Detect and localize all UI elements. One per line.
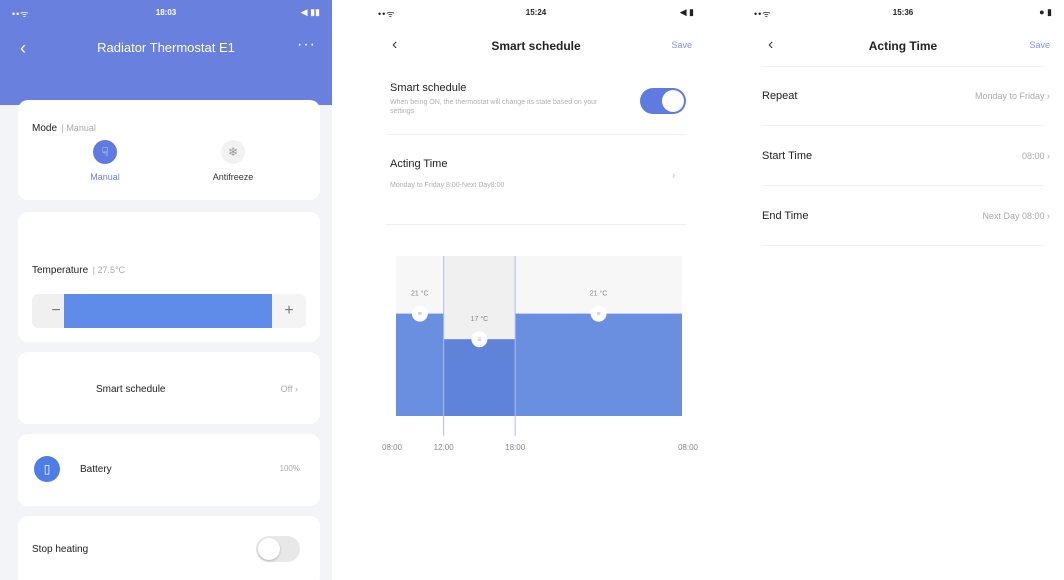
temperature-increase-button[interactable]: + xyxy=(272,294,306,328)
mode-value: Manual xyxy=(66,123,96,133)
status-time: 18:03 xyxy=(155,8,177,17)
thermostat-screen: ••ᯤ 18:03 ◀ ▮▮ ‹ Radiator Thermostat E1 … xyxy=(0,0,332,580)
battery-icon: ▯ xyxy=(34,456,60,482)
stop-heating-label: Stop heating xyxy=(32,544,89,555)
mode-option-antifreeze[interactable]: ❄ Antifreeze xyxy=(198,140,268,182)
smart-schedule-toggle[interactable] xyxy=(640,88,686,114)
chart-bar xyxy=(443,339,516,416)
mode-option-label: Manual xyxy=(90,172,120,182)
handle-grip-icon: ≡ xyxy=(477,337,481,344)
page-title: Acting Time xyxy=(868,39,938,53)
temperature-header: Temperature | 27.5°C xyxy=(32,260,125,278)
chart-bar xyxy=(515,313,682,416)
divider xyxy=(762,185,1044,186)
battery-row: ▯ Battery 100% xyxy=(18,434,320,506)
save-button[interactable]: Save xyxy=(1029,40,1050,50)
smart-schedule-label: Smart schedule xyxy=(390,82,467,94)
smart-schedule-description: When being ON, the thermostat will chang… xyxy=(390,99,598,115)
battery-value: 100% xyxy=(279,464,300,473)
start-time-row[interactable]: Start Time 08:00 › xyxy=(742,150,1064,190)
divider xyxy=(762,66,1044,67)
handle-grip-icon: ≡ xyxy=(597,311,601,318)
status-bar: ••ᯤ 18:03 ◀ ▮▮ xyxy=(0,0,332,20)
chart-tick-label: 08:00 xyxy=(678,443,699,452)
temperature-slider[interactable] xyxy=(64,294,272,328)
handle-grip-icon: ≡ xyxy=(418,311,422,318)
chevron-right-icon: › xyxy=(1047,151,1050,161)
stop-heating-row: Stop heating xyxy=(18,516,320,580)
chevron-right-icon: › xyxy=(295,384,298,394)
start-time-label: Start Time xyxy=(762,150,813,162)
chart-data-label: 21 °C xyxy=(411,290,429,298)
more-options-button[interactable]: ··· xyxy=(297,36,316,54)
end-time-value: Next Day 08:00 › xyxy=(982,211,1050,221)
battery-label: Battery xyxy=(80,464,112,475)
end-time-row[interactable]: End Time Next Day 08:00 › xyxy=(742,210,1064,250)
chart-tick-label: 12:00 xyxy=(434,443,455,452)
status-time: 15:36 xyxy=(892,8,914,17)
acting-time-value: Monday to Friday 8:00-Next Day8:00 xyxy=(390,182,505,189)
thermostat-header: ••ᯤ 18:03 ◀ ▮▮ ‹ Radiator Thermostat E1 … xyxy=(0,0,332,105)
battery-status-icon: ● ▮ xyxy=(1039,7,1052,17)
nav-bar: ‹ Acting Time Save xyxy=(742,36,1064,56)
smart-schedule-label: Smart schedule xyxy=(96,384,166,395)
repeat-row[interactable]: Repeat Monday to Friday › xyxy=(742,90,1064,130)
temperature-label: Temperature xyxy=(32,265,89,276)
temperature-value: 27.5°C xyxy=(97,265,126,275)
battery-status-icon: ◀ ▮ xyxy=(679,7,694,17)
schedule-chart-svg: 21 °C ≡ 17 °C ≡ 21 °C ≡ 08:00 12:00 18:00 08:00 xyxy=(382,256,699,452)
end-time-label: End Time xyxy=(762,210,809,222)
chart-data-label: 21 °C xyxy=(590,290,608,298)
acting-time-label: Acting Time xyxy=(390,158,448,170)
smart-schedule-row[interactable]: Smart schedule Off › xyxy=(18,352,320,424)
chevron-right-icon: › xyxy=(1047,91,1050,101)
chart-data-label: 17 °C xyxy=(471,315,489,323)
page-title: Smart schedule xyxy=(491,39,581,53)
temperature-card: Temperature | 27.5°C − + xyxy=(18,212,320,342)
status-bar: ••ᯤ 15:24 ◀ ▮ xyxy=(366,0,706,20)
page-title: Radiator Thermostat E1 xyxy=(97,40,235,55)
mode-option-label: Antifreeze xyxy=(212,172,254,182)
chevron-right-icon: › xyxy=(1047,211,1050,221)
nav-bar: ‹ Smart schedule Save xyxy=(366,36,706,56)
mode-option-manual[interactable]: ☟ Manual xyxy=(70,140,140,182)
divider xyxy=(762,245,1044,246)
smart-schedule-status: Off › xyxy=(280,384,298,394)
status-time: 15:24 xyxy=(525,8,547,17)
start-time-value: 08:00 › xyxy=(1021,151,1050,161)
toggle-knob xyxy=(662,90,684,112)
schedule-chart: 21 °C ≡ 17 °C ≡ 21 °C ≡ 08:00 12:00 18:00 08:00 xyxy=(366,250,706,470)
chevron-right-icon: › xyxy=(672,170,676,181)
chart-tick-label: 08:00 xyxy=(382,443,403,452)
temperature-slider-fill xyxy=(64,294,272,328)
repeat-label: Repeat xyxy=(762,90,798,102)
divider xyxy=(386,224,686,225)
repeat-value: Monday to Friday › xyxy=(974,91,1050,101)
acting-time-screen: ••ᯤ 15:36 ● ▮ ‹ Acting Time Save Repeat … xyxy=(742,0,1064,580)
mode-card: Mode | Manual ☟ Manual ❄ Antifreeze xyxy=(18,100,320,200)
battery-status-icon: ◀ ▮▮ xyxy=(300,7,320,17)
stop-heating-toggle[interactable] xyxy=(256,536,300,562)
save-button[interactable]: Save xyxy=(671,40,692,50)
hand-icon: ☟ xyxy=(93,140,117,164)
status-bar: ••ᯤ 15:36 ● ▮ xyxy=(742,0,1064,20)
mode-header: Mode | Manual xyxy=(32,118,96,136)
divider xyxy=(762,125,1044,126)
divider xyxy=(386,134,686,135)
chart-bar xyxy=(396,313,444,416)
toggle-knob xyxy=(258,538,280,560)
snowflake-icon: ❄ xyxy=(221,140,245,164)
smart-schedule-screen: ••ᯤ 15:24 ◀ ▮ ‹ Smart schedule Save Smar… xyxy=(366,0,706,580)
chart-tick-label: 18:00 xyxy=(505,443,526,452)
mode-label: Mode xyxy=(32,123,58,134)
